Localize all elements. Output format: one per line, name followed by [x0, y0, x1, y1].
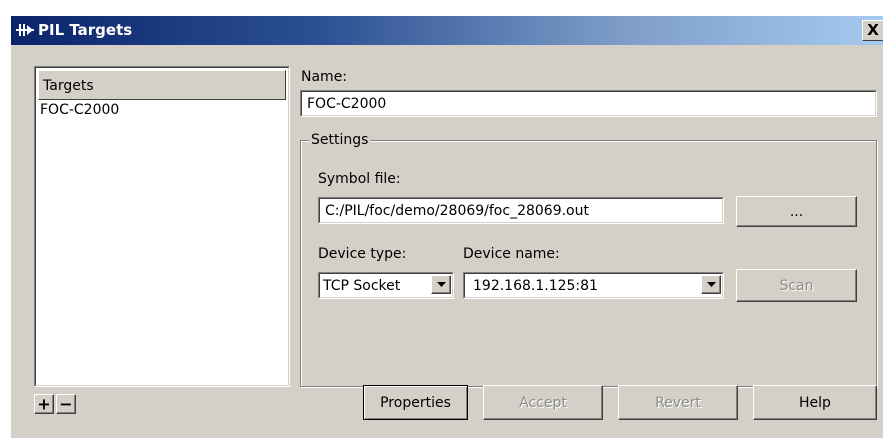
- device-name-value: 192.168.1.125:81: [473, 278, 598, 294]
- revert-button-label: Revert: [655, 394, 701, 411]
- name-input-value: FOC-C2000: [307, 96, 387, 112]
- ellipsis-icon: ...: [789, 203, 804, 220]
- list-item[interactable]: FOC-C2000: [40, 102, 119, 118]
- properties-button-label: Properties: [380, 394, 451, 411]
- device-name-label: Device name:: [463, 246, 560, 262]
- name-label: Name:: [301, 69, 348, 85]
- accept-button-label: Accept: [519, 394, 567, 411]
- browse-button[interactable]: ...: [736, 196, 857, 227]
- symbol-file-value: C:/PIL/foc/demo/28069/foc_28069.out: [325, 203, 589, 219]
- device-name-select[interactable]: 192.168.1.125:81: [463, 272, 724, 299]
- help-button-label: Help: [799, 394, 831, 411]
- symbol-file-label: Symbol file:: [318, 171, 401, 187]
- device-type-dropdown-button[interactable]: [431, 275, 451, 294]
- properties-button[interactable]: Properties: [363, 385, 468, 420]
- name-input[interactable]: FOC-C2000: [300, 90, 877, 117]
- targets-list[interactable]: Targets FOC-C2000: [34, 66, 290, 387]
- chevron-down-icon: [437, 282, 446, 287]
- revert-button[interactable]: Revert: [618, 385, 738, 420]
- title-bar[interactable]: PIL Targets X: [11, 16, 883, 45]
- help-button[interactable]: Help: [753, 385, 877, 420]
- close-icon: X: [867, 21, 879, 39]
- pil-targets-window: PIL Targets X Targets FOC-C2000 Name: FO…: [10, 16, 883, 438]
- close-button[interactable]: X: [862, 20, 883, 41]
- remove-target-button[interactable]: −: [56, 394, 76, 414]
- minus-icon: −: [59, 394, 73, 414]
- name-input-frame: [301, 91, 876, 116]
- device-type-value: TCP Socket: [323, 278, 401, 294]
- plus-icon: +: [37, 394, 51, 414]
- settings-legend: Settings: [309, 132, 371, 148]
- scan-button[interactable]: Scan: [736, 269, 857, 302]
- symbol-file-input[interactable]: C:/PIL/foc/demo/28069/foc_28069.out: [318, 197, 724, 224]
- device-name-dropdown-button[interactable]: [701, 275, 721, 294]
- targets-column-header-label: Targets: [43, 78, 94, 94]
- window-title: PIL Targets: [38, 21, 133, 39]
- accept-button[interactable]: Accept: [483, 385, 603, 420]
- plug-connector-icon: [15, 19, 35, 41]
- chevron-down-icon: [707, 282, 716, 287]
- device-type-label: Device type:: [318, 246, 407, 262]
- scan-button-label: Scan: [779, 277, 814, 294]
- targets-column-header[interactable]: Targets: [38, 70, 286, 100]
- add-target-button[interactable]: +: [34, 394, 54, 414]
- device-type-select[interactable]: TCP Socket: [318, 272, 454, 299]
